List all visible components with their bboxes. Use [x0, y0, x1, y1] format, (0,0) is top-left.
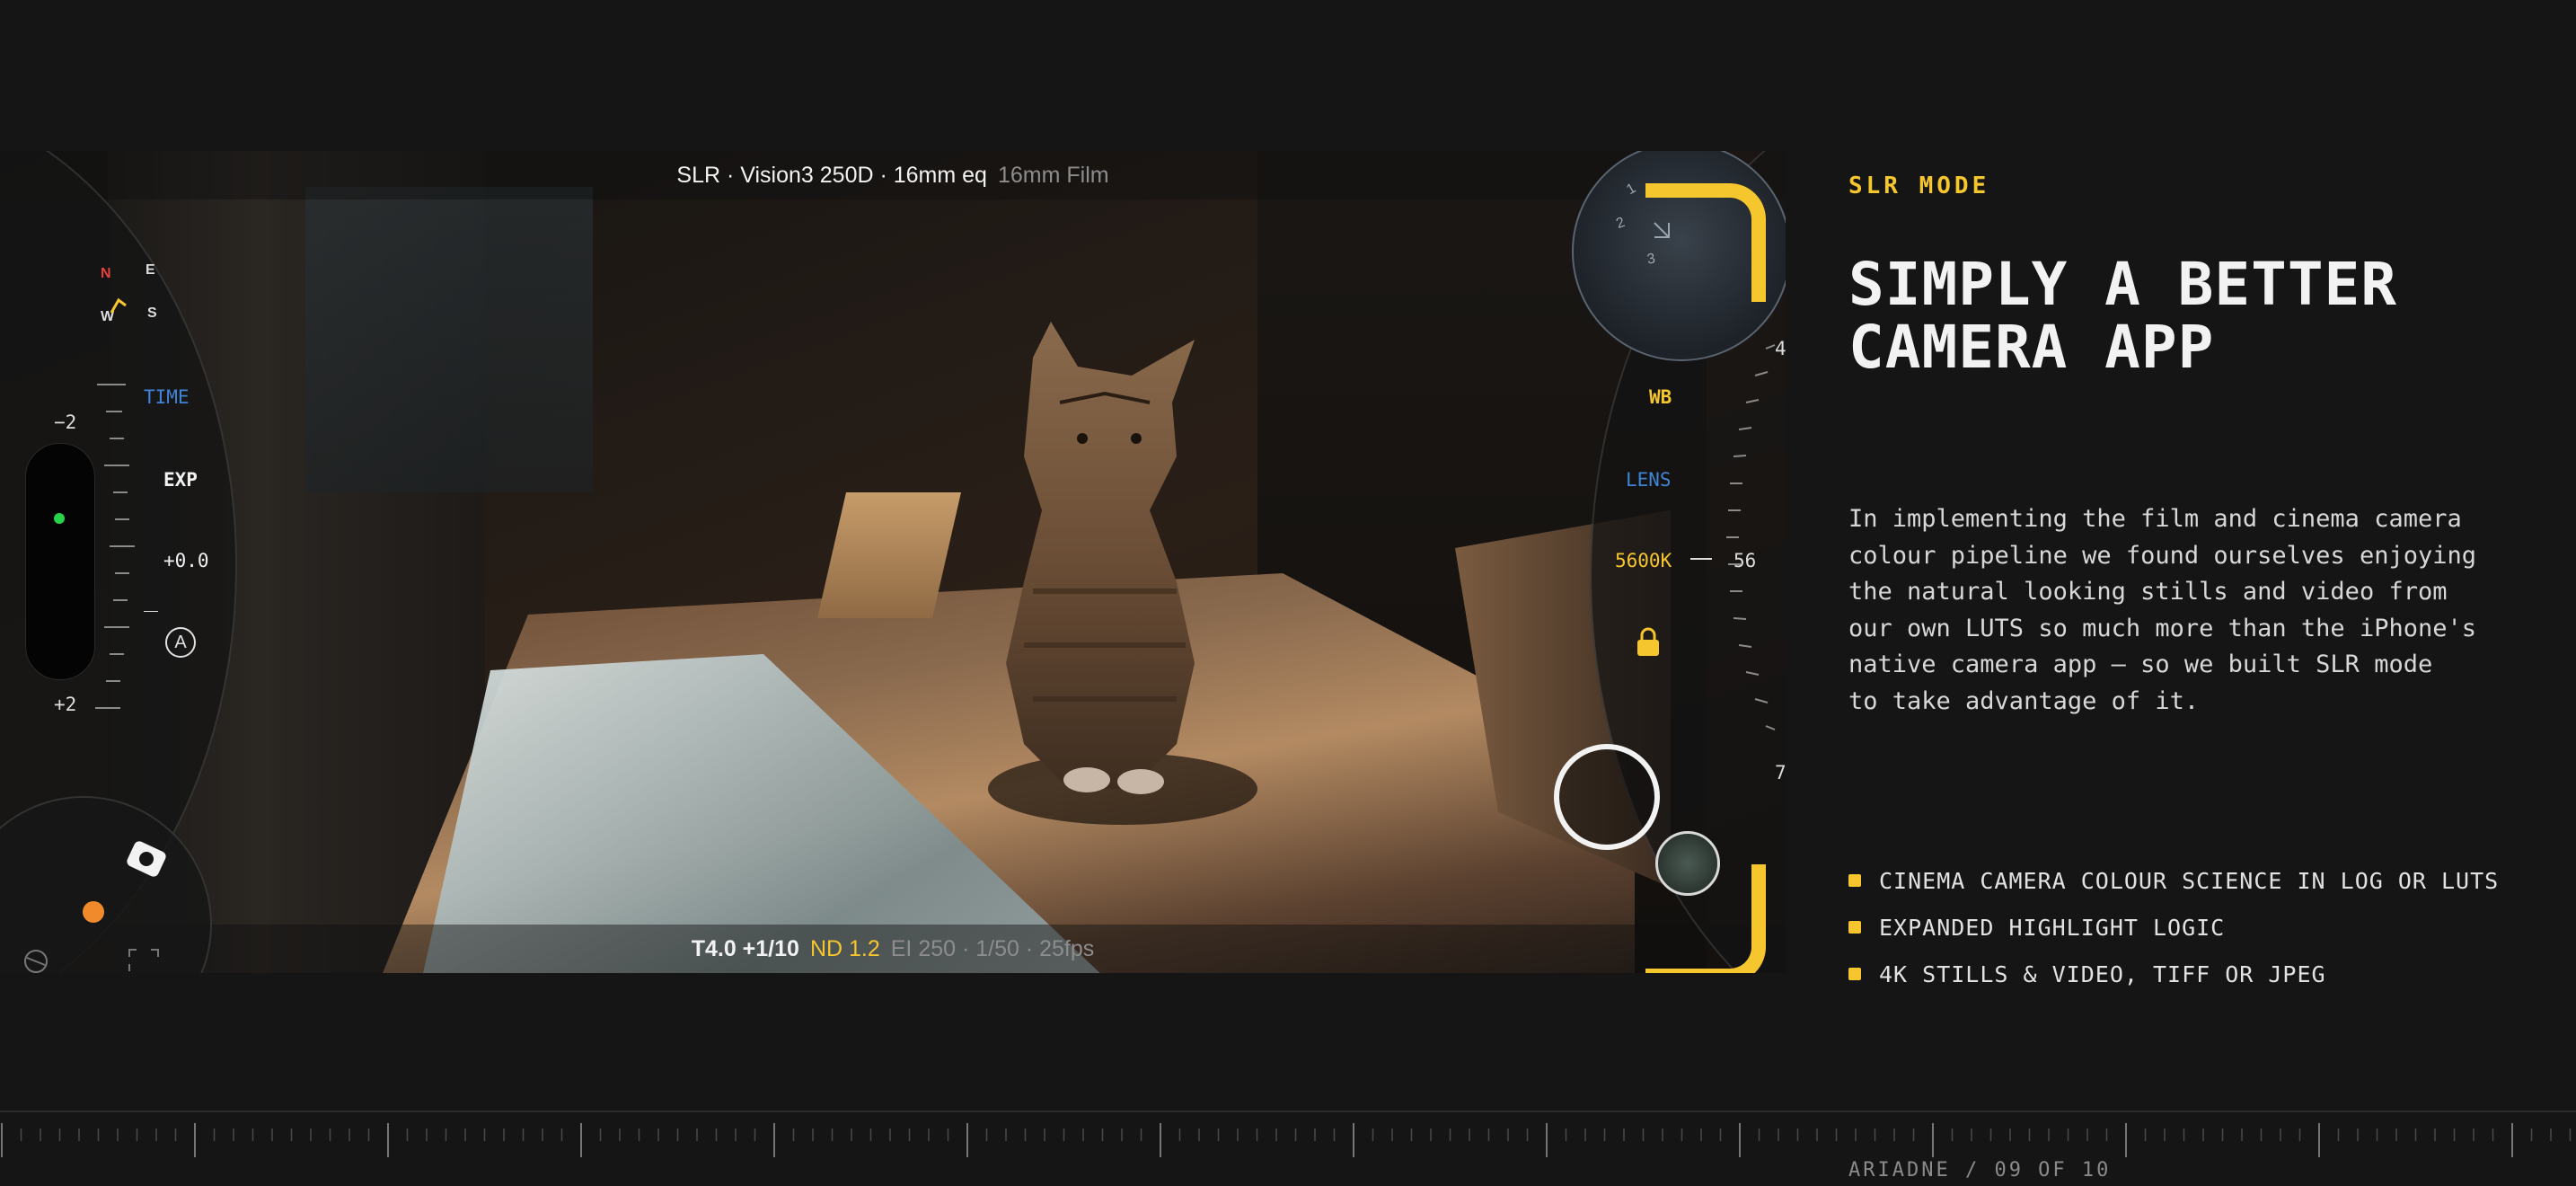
wb-mode-button[interactable]: WB [1649, 386, 1672, 408]
lens-mode-button[interactable]: LENS [1626, 469, 1672, 491]
flip-camera-icon[interactable] [126, 838, 167, 880]
page-indicator: ARIADNE / 09 OF 10 [1848, 1159, 2112, 1182]
page-title: SIMPLY A BETTER CAMERA APP [1848, 250, 2398, 382]
feature-text: CINEMA CAMERA COLOUR SCIENCE IN LOG OR L… [1879, 867, 2500, 894]
last-photo-thumbnail[interactable] [1655, 831, 1720, 896]
compass-needle-icon [110, 297, 127, 314]
wb-temperature-value: 5600K [1615, 550, 1672, 571]
bullet-icon [1848, 921, 1861, 934]
wb-scale-ticks [1726, 344, 1776, 730]
exposure-compensation-value: +0.0 [163, 550, 209, 571]
mode-label: SLR MODE [1848, 173, 1990, 199]
feature-text: EXPANDED HIGHLIGHT LOGIC [1879, 914, 2226, 941]
camera-info-bar: SLR · Vision3 250D · 16mm eq 16mm Film [0, 151, 1786, 199]
compass-east: E [146, 262, 155, 278]
bullet-icon [1848, 874, 1861, 887]
description-text: In implementing the film and cinema came… [1848, 505, 2476, 715]
scroll-ruler[interactable] [0, 1111, 2576, 1186]
scene-cat [988, 322, 1257, 825]
compass-south: S [147, 305, 157, 321]
record-indicator [83, 901, 104, 923]
exposure-settings: EI 250 · 1/50 · 25fps [890, 935, 1095, 961]
shutter-button[interactable] [1554, 744, 1660, 850]
focus-icon[interactable] [126, 946, 162, 973]
auto-exposure-button[interactable]: A [165, 627, 196, 658]
feature-text: 4K STILLS & VIDEO, TIFF OR JPEG [1879, 960, 2326, 987]
exp-mode-button[interactable]: EXP [163, 469, 198, 491]
exposure-value: T4.0 +1/10 [691, 935, 799, 961]
nd-filter-value: ND 1.2 [809, 935, 880, 961]
exposure-info-bar: T4.0 +1/10 ND 1.2 EI 250 · 1/50 · 25fps [0, 925, 1786, 973]
auto-label: A [174, 632, 187, 652]
scene-window [305, 187, 593, 492]
list-item: 4K STILLS & VIDEO, TIFF OR JPEG [1848, 951, 2499, 997]
list-item: CINEMA CAMERA COLOUR SCIENCE IN LOG OR L… [1848, 857, 2499, 904]
bullet-icon [1848, 968, 1861, 980]
lens-number-1: 1 [1624, 180, 1639, 199]
lens-icon[interactable] [18, 942, 54, 973]
camera-viewfinder[interactable]: SLR · Vision3 250D · 16mm eq 16mm Film T… [0, 151, 1786, 973]
frame-bracket-top [1645, 183, 1766, 302]
film-format: 16mm Film [997, 162, 1109, 188]
time-mode-button[interactable]: TIME [144, 386, 190, 408]
exposure-scale-ticks [95, 384, 135, 709]
compass-north: N [101, 266, 111, 281]
format-info: SLR · Vision3 250D · 16mm eq [676, 162, 987, 188]
lens-number-2: 2 [1614, 215, 1628, 233]
list-item: EXPANDED HIGHLIGHT LOGIC [1848, 904, 2499, 951]
lock-icon[interactable] [1635, 627, 1662, 659]
feature-list: CINEMA CAMERA COLOUR SCIENCE IN LOG OR L… [1848, 857, 2499, 997]
